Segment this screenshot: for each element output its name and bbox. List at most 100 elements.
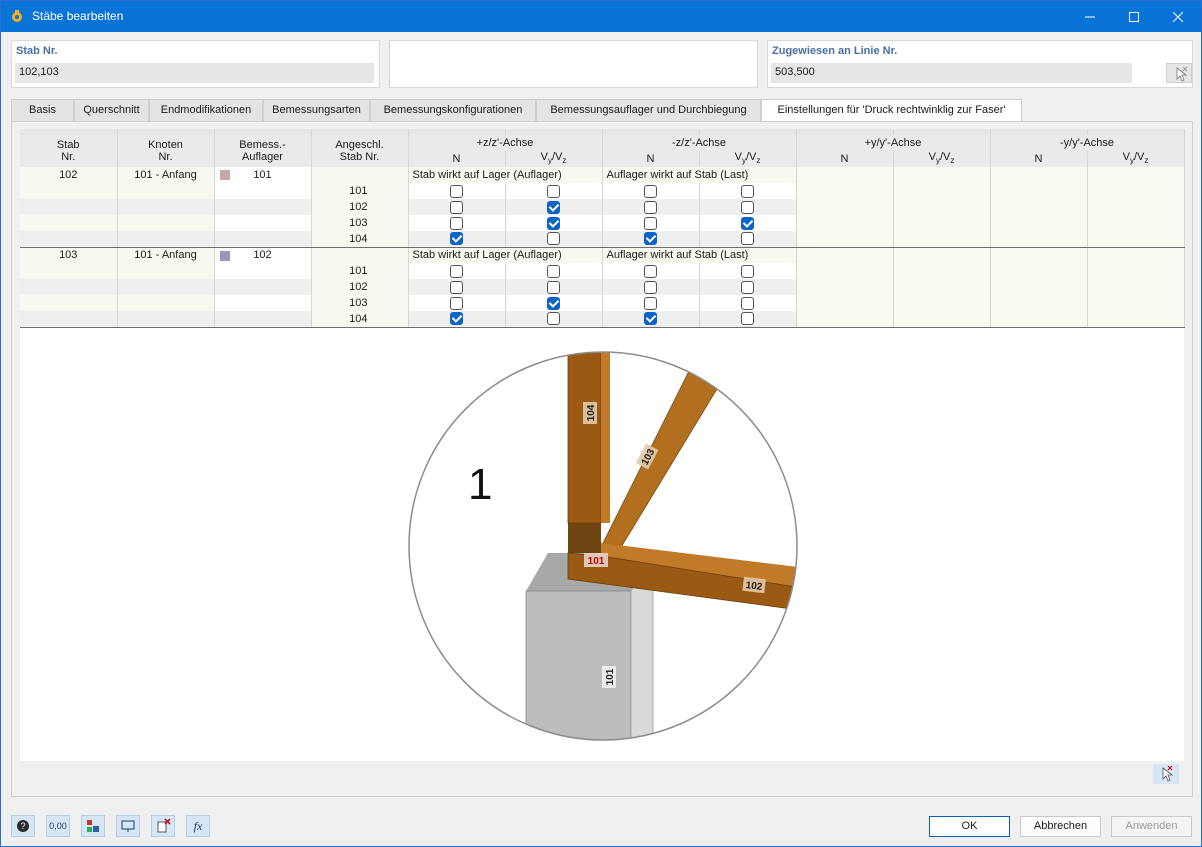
cell-stab[interactable]: 103 [20,247,118,264]
empty-cell [990,295,1088,312]
pos-z-n-checkbox[interactable] [450,184,463,198]
neg-z-v-checkbox[interactable] [741,232,754,246]
pos-z-n-checkbox[interactable] [450,280,463,294]
empty-cell [893,183,991,200]
neg-z-v-checkbox[interactable] [741,216,754,230]
neg-z-n-checkbox[interactable] [644,280,657,294]
empty-cell [796,247,894,264]
pick-cursor-icon [1153,764,1179,784]
empty-cell [796,231,894,248]
header-n: N [408,151,506,168]
neg-z-v-cell [699,231,797,248]
formula-button[interactable]: fx [186,815,210,837]
empty-cell [893,247,991,264]
empty-cell [1087,295,1185,312]
cell-knoten-empty [117,215,215,232]
help-button[interactable]: ? [11,815,35,837]
pos-z-v-checkbox[interactable] [547,184,560,198]
pos-z-v-cell [505,215,603,232]
cell-stab[interactable]: 102 [20,167,118,184]
delete-selection-button[interactable] [151,815,175,837]
neg-z-v-cell [699,311,797,328]
objects-button[interactable] [81,815,105,837]
header-knoten: Knoten Nr. [117,135,215,168]
neg-z-n-checkbox[interactable] [644,232,657,246]
header-axis-neg-y: -y/y'-Achse [990,135,1185,151]
pos-z-v-checkbox[interactable] [547,232,560,246]
connected-member-number: 101 [311,263,409,280]
pos-z-n-checkbox[interactable] [450,200,463,214]
neg-z-n-checkbox[interactable] [644,264,657,278]
cancel-button[interactable]: Abbrechen [1020,816,1101,837]
tab-endmodifikationen[interactable]: Endmodifikationen [149,99,263,121]
cell-auflager-empty [214,183,312,200]
neg-z-n-checkbox[interactable] [644,312,657,326]
tab-bemessungsauflager[interactable]: Bemessungsauflager und Durchbiegung [536,99,761,121]
maximize-button[interactable] [1112,1,1156,32]
empty-cell [796,295,894,312]
empty-cell [893,199,991,216]
view-button[interactable] [116,815,140,837]
pos-z-v-checkbox[interactable] [547,312,560,326]
ok-button[interactable]: OK [929,816,1010,837]
tab-bemessungsarten[interactable]: Bemessungsarten [263,99,370,121]
pos-z-n-checkbox[interactable] [450,312,463,326]
pos-z-v-checkbox[interactable] [547,296,560,310]
units-icon: 0,00 [49,821,67,831]
neg-z-n-cell [602,311,700,328]
cell-knoten-empty [117,231,215,248]
empty-cell [990,311,1088,328]
pos-z-n-checkbox[interactable] [450,296,463,310]
tab-querschnitt[interactable]: Querschnitt [74,99,149,121]
cell-bemess-auflager[interactable]: 101 [214,167,312,184]
tab-bar: Basis Querschnitt Endmodifikationen Beme… [11,99,1193,122]
cell-knoten[interactable]: 101 - Anfang [117,167,215,184]
neg-z-n-cell [602,215,700,232]
empty-cell [796,263,894,280]
units-button[interactable]: 0,00 [46,815,70,837]
pos-z-n-checkbox[interactable] [450,216,463,230]
neg-z-n-checkbox[interactable] [644,216,657,230]
tab-bemessungskonfigurationen[interactable]: Bemessungskonfigurationen [370,99,536,121]
objects-icon [87,820,99,832]
tab-basis[interactable]: Basis [11,99,74,121]
neg-z-v-checkbox[interactable] [741,184,754,198]
empty-cell [796,183,894,200]
pos-z-v-checkbox[interactable] [547,216,560,230]
header-vy-vz: Vy/Vz [505,151,603,168]
member-number-field[interactable]: 102,103 [15,63,374,83]
node-101-label: 101 [588,556,605,567]
tab-druck-rechtwinklig[interactable]: Einstellungen für 'Druck rechtwinklig zu… [761,99,1022,122]
neg-z-v-checkbox[interactable] [741,312,754,326]
cell-bemess-auflager[interactable]: 102 [214,247,312,264]
connected-member-number: 103 [311,215,409,232]
cell-knoten[interactable]: 101 - Anfang [117,247,215,264]
empty-cell [893,231,991,248]
neg-z-v-checkbox[interactable] [741,200,754,214]
minimize-button[interactable] [1068,1,1112,32]
neg-z-v-checkbox[interactable] [741,296,754,310]
neg-z-n-checkbox[interactable] [644,200,657,214]
member-104-side [601,352,610,523]
pos-z-v-checkbox[interactable] [547,200,560,214]
pick-members-button[interactable] [1153,764,1179,784]
neg-z-v-checkbox[interactable] [741,280,754,294]
pos-z-v-checkbox[interactable] [547,280,560,294]
pos-z-v-checkbox[interactable] [547,264,560,278]
connected-member-number: 104 [311,231,409,248]
assigned-line-field[interactable]: 503,500 [771,63,1132,83]
apply-button[interactable]: Anwenden [1111,816,1192,837]
member-104-beam [567,352,602,524]
neg-z-n-checkbox[interactable] [644,184,657,198]
pick-line-button[interactable] [1166,63,1192,83]
connected-member-number: 102 [311,279,409,296]
close-button[interactable] [1156,1,1200,32]
neg-z-v-checkbox[interactable] [741,264,754,278]
pos-z-n-checkbox[interactable] [450,264,463,278]
neg-z-n-cell [602,183,700,200]
neg-z-n-checkbox[interactable] [644,296,657,310]
pos-z-n-cell [408,311,506,328]
empty-cell [1087,231,1185,248]
pos-z-n-checkbox[interactable] [450,232,463,246]
cell-knoten-empty [117,311,215,328]
